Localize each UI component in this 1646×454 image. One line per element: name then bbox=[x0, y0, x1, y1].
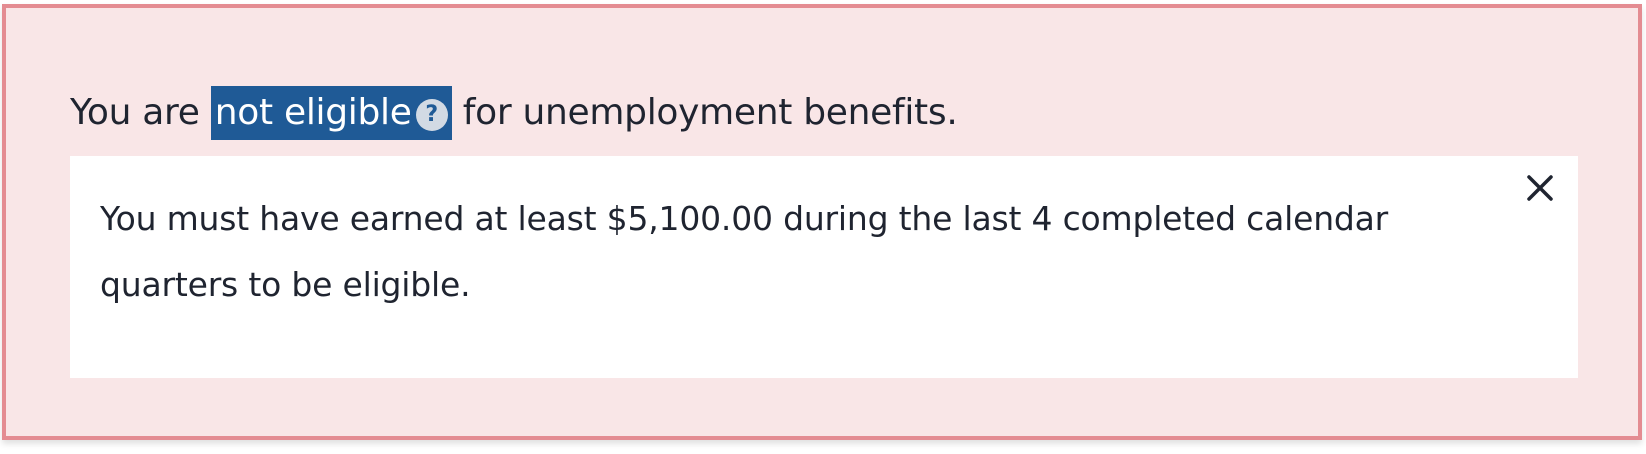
not-eligible-label: not eligible bbox=[214, 92, 412, 133]
message-prefix: You are bbox=[70, 92, 200, 133]
not-eligible-term-link[interactable]: not eligible? bbox=[210, 86, 452, 140]
close-icon bbox=[1527, 175, 1553, 201]
explanation-tooltip: You must have earned at least $5,100.00 … bbox=[70, 156, 1578, 378]
close-button[interactable] bbox=[1522, 170, 1558, 206]
message-suffix: for unemployment benefits. bbox=[462, 92, 958, 133]
explanation-text: You must have earned at least $5,100.00 … bbox=[100, 199, 1389, 304]
eligibility-alert: You are not eligible? for unemployment b… bbox=[2, 4, 1642, 440]
question-icon[interactable]: ? bbox=[415, 99, 448, 131]
eligibility-message: You are not eligible? for unemployment b… bbox=[70, 86, 958, 140]
